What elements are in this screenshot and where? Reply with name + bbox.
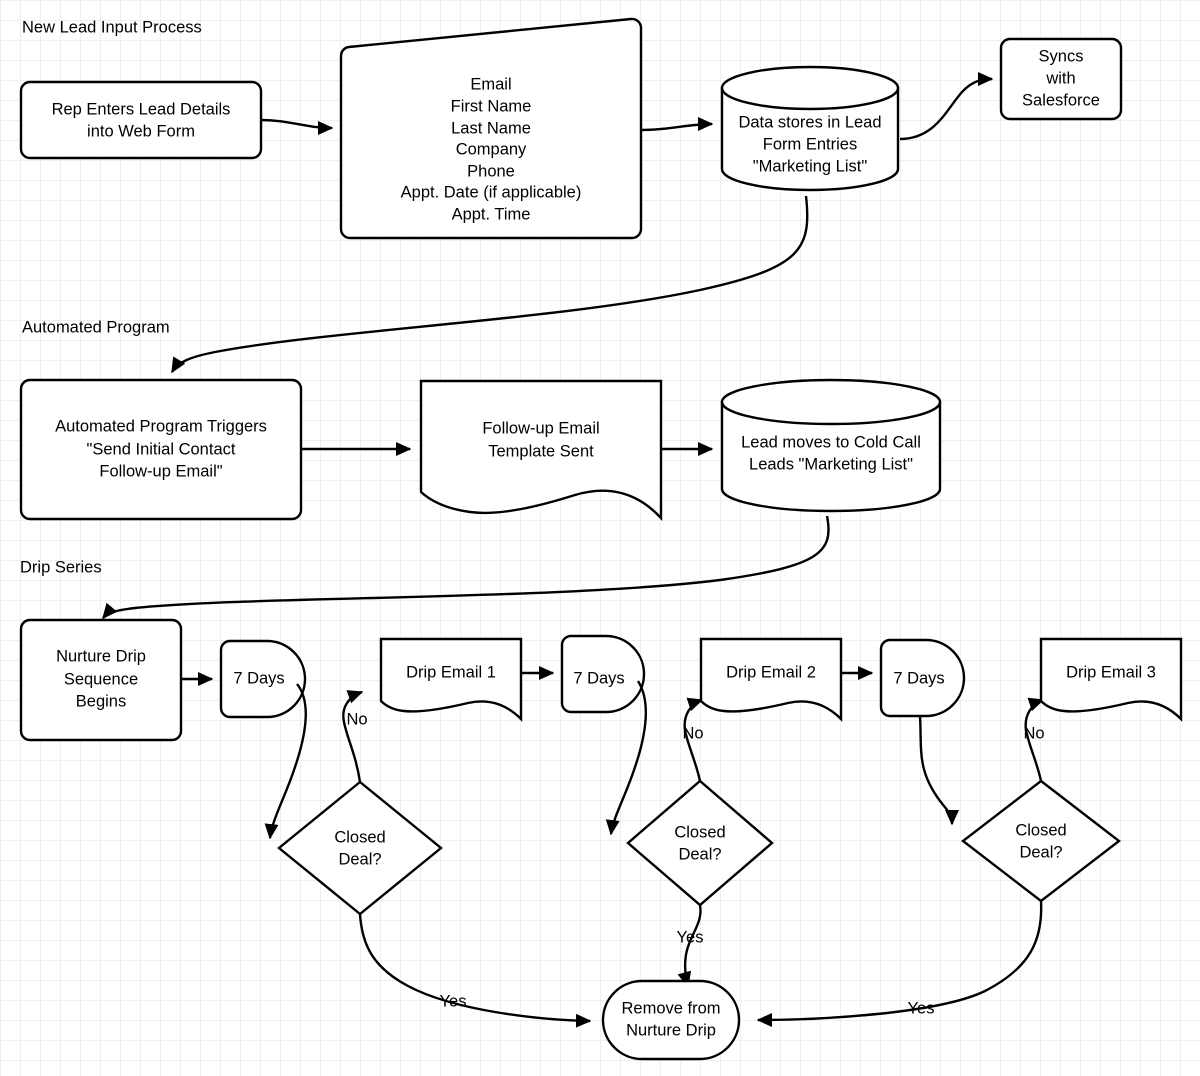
section-label-new-lead-input-process: New Lead Input Process	[22, 18, 202, 36]
node-syncs-with-salesforce-line-2: Salesforce	[1022, 91, 1100, 109]
node-decision-closed-deal-3-shape	[961, 779, 1121, 903]
node-delay-7-days-3-label: 7 Days	[893, 669, 944, 687]
node-form-fields-line-3: Company	[456, 140, 527, 158]
node-decision-closed-deal-1[interactable]: Closed Deal?	[277, 780, 443, 916]
node-drip-email-3-label: Drip Email 3	[1066, 663, 1156, 681]
node-drip-email-3[interactable]: Drip Email 3	[1039, 637, 1183, 722]
node-nurture-drip-line-1: Sequence	[64, 670, 138, 688]
node-nurture-drip-line-0: Nurture Drip	[56, 647, 146, 665]
node-rep-enters-lead-details-line-0: Rep Enters Lead Details	[52, 100, 231, 118]
node-decision-closed-deal-1-line-0: Closed	[334, 828, 385, 846]
node-cold-call-leads-top-ellipse	[720, 378, 942, 426]
node-form-fields-line-0: Email	[470, 75, 511, 93]
flowchart-canvas: New Lead Input Process Automated Program…	[0, 0, 1200, 1076]
node-data-store-line-2: "Marketing List"	[753, 157, 868, 175]
node-form-fields-line-1: First Name	[451, 97, 532, 115]
node-drip-email-1-label: Drip Email 1	[406, 663, 496, 681]
node-data-store-line-0: Data stores in Lead	[738, 113, 881, 131]
edge-label-yes-2: Yes	[677, 928, 704, 946]
edge-decision-1-no-to-drip-email-1	[342, 690, 364, 783]
edge-label-no-1: No	[346, 710, 367, 728]
node-syncs-with-salesforce-line-0: Syncs	[1039, 47, 1084, 65]
edge-label-yes-1: Yes	[440, 992, 467, 1010]
node-nurture-drip-sequence-begins[interactable]: Nurture Drip Sequence Begins	[19, 618, 183, 742]
node-decision-closed-deal-2-shape	[626, 779, 774, 907]
edge-data-store-to-salesforce	[899, 72, 994, 141]
node-automated-program-triggers-line-1: "Send Initial Contact	[87, 440, 236, 458]
node-data-store-line-1: Form Entries	[763, 135, 857, 153]
node-data-store-lead-form-entries[interactable]: Data stores in Lead Form Entries "Market…	[720, 65, 900, 192]
node-remove-from-nurture-drip[interactable]: Remove from Nurture Drip	[601, 979, 741, 1061]
edge-rep-to-form-fields	[260, 118, 334, 135]
node-remove-from-nurture-drip-shape	[601, 979, 741, 1061]
node-automated-program-triggers-line-2: Follow-up Email"	[99, 462, 222, 480]
section-label-automated-program: Automated Program	[22, 318, 170, 336]
node-drip-email-1[interactable]: Drip Email 1	[379, 637, 523, 722]
node-cold-call-leads-line-0: Lead moves to Cold Call	[741, 433, 921, 451]
node-delay-7-days-3[interactable]: 7 Days	[879, 638, 966, 718]
node-decision-closed-deal-3-line-0: Closed	[1015, 821, 1066, 839]
edge-form-fields-to-data-store	[640, 117, 714, 132]
node-decision-closed-deal-2[interactable]: Closed Deal?	[626, 779, 774, 907]
node-rep-enters-lead-details-shape	[19, 80, 263, 160]
node-form-fields-line-5: Appt. Date (if applicable)	[401, 183, 582, 201]
node-decision-closed-deal-1-shape	[277, 780, 443, 916]
node-syncs-with-salesforce-line-1: with	[1045, 69, 1075, 87]
node-delay-7-days-1-label: 7 Days	[233, 669, 284, 687]
node-followup-email-line-1: Template Sent	[488, 442, 594, 460]
node-delay-7-days-1[interactable]: 7 Days	[219, 639, 307, 719]
node-remove-from-nurture-drip-line-0: Remove from	[621, 999, 720, 1017]
node-drip-email-2[interactable]: Drip Email 2	[699, 637, 843, 722]
node-cold-call-leads-line-1: Leads "Marketing List"	[749, 455, 913, 473]
node-decision-closed-deal-1-line-1: Deal?	[338, 850, 381, 868]
node-syncs-with-salesforce[interactable]: Syncs with Salesforce	[999, 37, 1123, 121]
node-decision-closed-deal-2-line-0: Closed	[674, 823, 725, 841]
node-drip-email-2-label: Drip Email 2	[726, 663, 816, 681]
node-automated-program-triggers-line-0: Automated Program Triggers	[55, 417, 267, 435]
node-form-fields-line-2: Last Name	[451, 119, 531, 137]
edge-decision-1-yes-to-remove	[358, 913, 592, 1028]
node-form-fields-line-4: Phone	[467, 162, 515, 180]
edge-decision-3-yes-to-remove	[756, 900, 1043, 1027]
edge-label-no-2: No	[682, 724, 703, 742]
node-cold-call-leads-list[interactable]: Lead moves to Cold Call Leads "Marketing…	[720, 378, 942, 513]
edge-label-yes-3: Yes	[908, 999, 935, 1017]
node-rep-enters-lead-details[interactable]: Rep Enters Lead Details into Web Form	[19, 80, 263, 160]
edge-delay-3-to-decision-3	[918, 715, 959, 826]
node-followup-email-line-0: Follow-up Email	[482, 419, 599, 437]
node-remove-from-nurture-drip-line-1: Nurture Drip	[626, 1021, 716, 1039]
section-label-drip-series: Drip Series	[20, 558, 102, 576]
edge-label-no-3: No	[1023, 724, 1044, 742]
node-followup-email-template-sent[interactable]: Follow-up Email Template Sent	[419, 379, 663, 522]
node-data-store-top-ellipse	[720, 65, 900, 111]
node-delay-7-days-2[interactable]: 7 Days	[560, 634, 646, 714]
node-automated-program-triggers[interactable]: Automated Program Triggers "Send Initial…	[19, 378, 303, 521]
node-decision-closed-deal-2-line-1: Deal?	[678, 845, 721, 863]
node-decision-closed-deal-3-line-1: Deal?	[1019, 843, 1062, 861]
node-rep-enters-lead-details-line-1: into Web Form	[87, 122, 195, 140]
node-form-fields[interactable]: Email First Name Last Name Company Phone…	[339, 17, 643, 240]
node-form-fields-line-6: Appt. Time	[452, 205, 531, 223]
node-decision-closed-deal-3[interactable]: Closed Deal?	[961, 779, 1121, 903]
flowchart-svg: New Lead Input Process Automated Program…	[19, 17, 1183, 1061]
node-nurture-drip-line-2: Begins	[76, 692, 126, 710]
node-delay-7-days-2-label: 7 Days	[573, 669, 624, 687]
edge-cold-call-to-nurture-drip	[102, 515, 830, 620]
